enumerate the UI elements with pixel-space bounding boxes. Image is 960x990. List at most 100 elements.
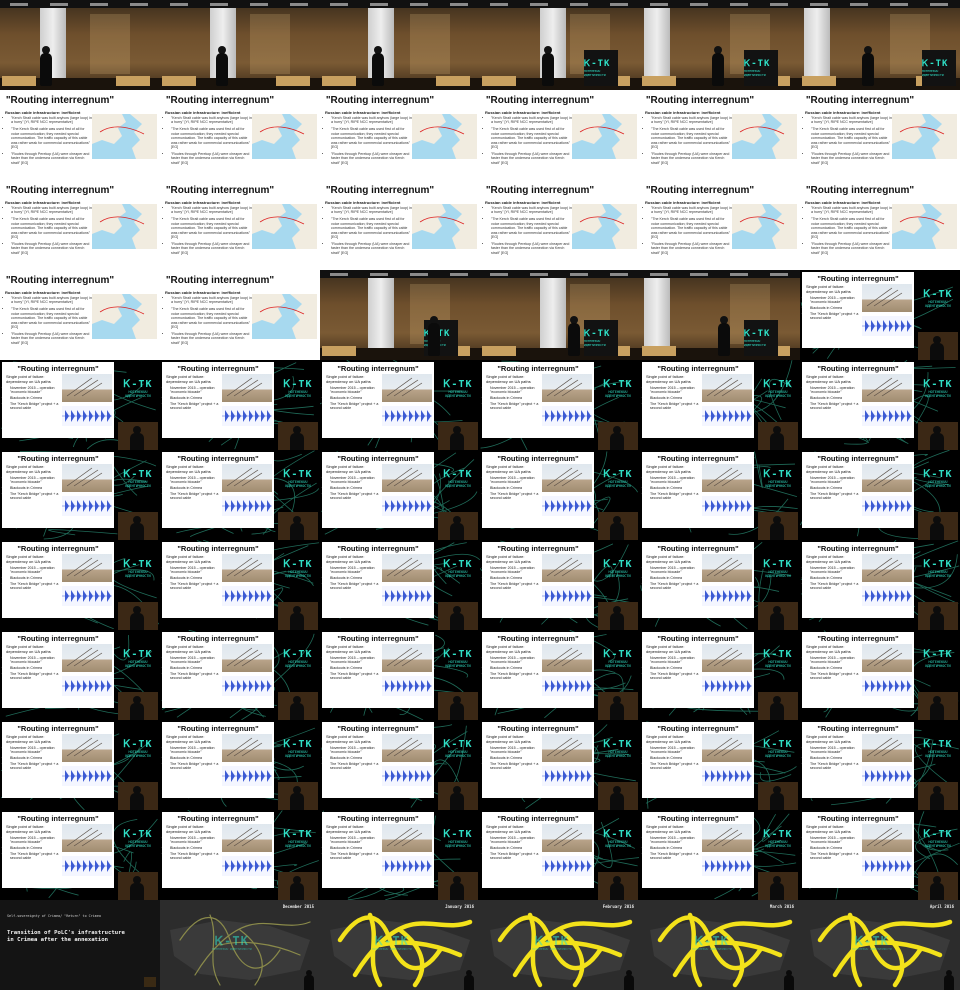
conference-logo: Ꮶ-ТКHOTEHEKUU ИДЕНТИЧНОСТИ [598, 560, 638, 579]
diagram-figure [382, 766, 432, 786]
map-figure [572, 114, 637, 159]
slide-bullet: "Kerch Strait cable was built anyhow (la… [651, 206, 733, 215]
kerch-strait-map [252, 114, 317, 159]
slide-subtitle: Russian cable infrastructure: inefficien… [5, 200, 81, 205]
slide-subtitle: Single point of failure: dependency on U… [486, 464, 531, 474]
slide-subtitle: Russian cable infrastructure: inefficien… [805, 110, 881, 115]
conference-logo: Ꮶ-ТКHOTEHEKUU ИДЕНТИЧНОСТИ [438, 650, 478, 669]
slide-bullet: Blackouts in Crimea [490, 756, 548, 760]
slide-bullet: "The Kerch Strait cable was used first o… [651, 217, 733, 239]
projected-slide: "Routing interregnum" Single point of fai… [642, 362, 754, 438]
speaker-inset [918, 692, 958, 720]
slide-bullet: The "Kerch Bridge" project + a second ca… [490, 762, 548, 770]
speaker-body [610, 793, 624, 810]
conference-logo: Ꮶ-ТКHOTEHEKUU ИДЕНТИЧНОСТИ [278, 650, 318, 669]
slide-bullet: Blackouts in Crimea [330, 486, 388, 490]
slide-title: "Routing interregnum" [17, 634, 99, 643]
slide-subtitle: Russian cable infrastructure: inefficien… [325, 200, 401, 205]
logo-name: HOTEHEKUU ИДЕНТИЧНОСТИ [605, 390, 631, 398]
slide-bullet: Blackouts in Crimea [810, 486, 868, 490]
speaker-inset [118, 692, 158, 720]
speaker-inset [278, 512, 318, 540]
speaker [568, 316, 580, 356]
slide-bullet: The "Kerch Bridge" project + a second ca… [650, 852, 708, 860]
logo-name: HOTEHEKUU ИДЕНТИЧНОСТИ [765, 840, 791, 848]
ceiling-lamp [490, 3, 508, 6]
slide-bullets: November 2015 – operation "economic bloc… [804, 476, 868, 502]
kerch-strait-map [732, 114, 797, 159]
photo-figure [862, 824, 912, 852]
speaker-body [770, 523, 784, 540]
bridge-diagram [222, 590, 272, 602]
photo-figure [222, 464, 272, 492]
video-frame: "Routing interregnum" Russian cable infra… [640, 180, 800, 270]
slide-bullet: November 2015 – operation "economic bloc… [650, 656, 708, 664]
slide-bullet: November 2015 – operation "economic bloc… [490, 746, 548, 754]
slide-bullets: November 2015 – operation "economic bloc… [324, 566, 388, 592]
slide-bullet: "Routes through Perekop (UA) were cheape… [811, 152, 893, 165]
speaker-body [930, 433, 944, 450]
speaker-body [450, 613, 464, 630]
stage-table [322, 346, 356, 356]
projected-slide: "Routing interregnum" Single point of fai… [642, 542, 754, 618]
conference-logo: Ꮶ-ТКHOTEHEKUU ИДЕНТИЧНОСТИ [212, 935, 252, 951]
kerch-strait-map [252, 204, 317, 249]
conference-logo: Ꮶ-ТКHOTEHEKUU ИДЕНТИЧНОСТИ [584, 58, 618, 77]
slide-bullets: "Kerch Strait cable was built anyhow (la… [483, 206, 573, 258]
logo-mark: Ꮶ-ТК [283, 559, 313, 570]
kerch-strait-map [412, 114, 477, 159]
projected-slide: "Routing interregnum" Single point of fai… [482, 542, 594, 618]
logo-mark: Ꮶ-ТК [214, 934, 249, 948]
slide-bullet: November 2015 – operation "economic bloc… [650, 836, 708, 844]
conference-logo: Ꮶ-ТКHOTEHEKUU ИДЕНТИЧНОСТИ [438, 830, 478, 849]
speaker-body [542, 53, 554, 86]
video-frame: "Routing interregnum" Russian cable infra… [0, 90, 160, 180]
cable-ship-photo [706, 827, 743, 847]
slide-bullet: "Kerch Strait cable was built anyhow (la… [331, 116, 413, 125]
logo-name: HOTEHEKUU ИДЕНТИЧНОСТИ [744, 68, 766, 77]
slide-bullets: November 2015 – operation "economic bloc… [324, 386, 388, 412]
conference-logo: Ꮶ-ТКHOTEHEKUU ИДЕНТИЧНОСТИ [758, 650, 798, 669]
speaker-inset [918, 422, 958, 450]
logo-name: HOTEHEKUU ИДЕНТИЧНОСТИ [125, 750, 151, 758]
slide-subtitle: Single point of failure: dependency on U… [486, 374, 531, 384]
projected-slide: "Routing interregnum" Single point of fai… [322, 722, 434, 798]
slide-bullet: The "Kerch Bridge" project + a second ca… [490, 402, 548, 410]
stage-table [642, 76, 676, 86]
slide-title: "Routing interregnum" [337, 544, 419, 553]
projected-slide: "Routing interregnum" Single point of fai… [482, 452, 594, 528]
slide-subtitle: Russian cable infrastructure: inefficien… [645, 200, 721, 205]
video-frame: "Routing interregnum" Single point of fai… [320, 630, 480, 720]
logo-name: HOTEHEKUU ИДЕНТИЧНОСТИ [125, 570, 151, 578]
speaker-inset [438, 692, 478, 720]
slide-bullet: The "Kerch Bridge" project + a second ca… [490, 672, 548, 680]
ceiling-lamp [770, 273, 788, 276]
projected-slide: "Routing interregnum" Single point of fai… [322, 362, 434, 438]
video-frame: "Routing interregnum" Single point of fai… [800, 540, 960, 630]
diagram-figure [862, 316, 912, 336]
ceiling-lamp [130, 3, 148, 6]
video-frame: "Routing interregnum" Single point of fai… [640, 720, 800, 810]
speaker-inset [918, 332, 958, 360]
slide-subtitle: Single point of failure: dependency on U… [646, 734, 691, 744]
logo-name: HOTEHEKUU ИДЕНТИЧНОСТИ [922, 68, 944, 77]
cable-ship-photo [866, 827, 903, 847]
speaker [622, 970, 636, 990]
bridge-diagram [862, 860, 912, 872]
slide-subtitle: Single point of failure: dependency on U… [646, 824, 691, 834]
cable-ship-photo [706, 467, 743, 487]
speaker-body [930, 343, 944, 360]
slide-bullets: November 2015 – operation "economic bloc… [804, 746, 868, 772]
video-frame: "Routing interregnum" Russian cable infra… [320, 90, 480, 180]
kerch-strait-map [892, 204, 957, 249]
slide-bullet: Blackouts in Crimea [810, 846, 868, 850]
projected-slide: "Routing interregnum" Single point of fai… [2, 722, 114, 798]
speaker [712, 46, 724, 86]
slide-title: "Routing interregnum" [657, 724, 739, 733]
ceiling-lamp [610, 3, 628, 6]
conference-logo: Ꮶ-ТКHOTEHEKUU ИДЕНТИЧНОСТИ [118, 560, 158, 579]
logo-mark: Ꮶ-ТК [584, 58, 611, 69]
slide-bullet: November 2015 – operation "economic bloc… [10, 656, 68, 664]
photo-figure [862, 284, 912, 312]
projected-slide: "Routing interregnum" Single point of fai… [162, 632, 274, 708]
